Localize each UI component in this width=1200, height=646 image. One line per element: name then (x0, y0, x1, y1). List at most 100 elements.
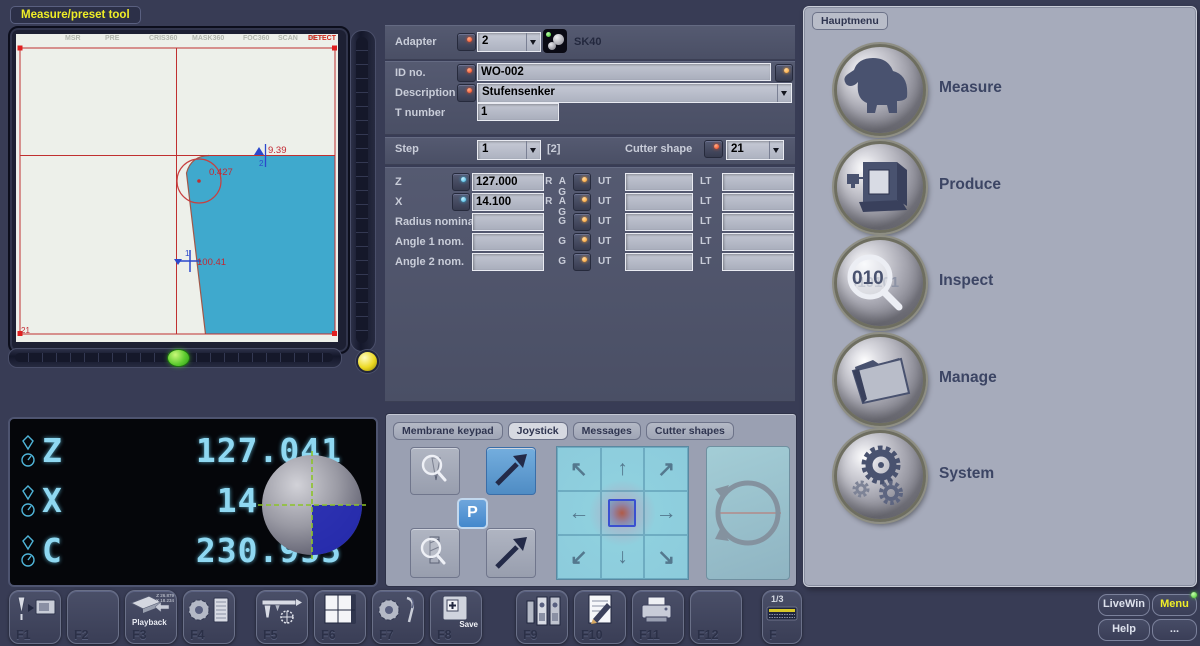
angle1-ut-input[interactable] (625, 233, 693, 251)
description-indicator-button[interactable] (457, 84, 476, 102)
menu-manage-label[interactable]: Manage (939, 369, 997, 387)
dropdown-arrow-icon[interactable] (777, 84, 791, 102)
fkey-f4[interactable]: F4 (183, 590, 235, 644)
menu-measure-button[interactable] (834, 44, 926, 136)
camera-view[interactable]: MSR PRE CRIS360 MASK360 FOC360 SCAN REF … (16, 34, 338, 342)
dropdown-arrow-icon[interactable] (526, 33, 540, 51)
livewin-button[interactable]: LiveWin (1098, 594, 1150, 616)
spindle-rotation-control[interactable] (706, 446, 790, 580)
jog-down-left[interactable]: ↙ (557, 535, 601, 579)
id-lookup-button[interactable] (775, 64, 793, 82)
menu-inspect-button[interactable]: 010101 010 (834, 237, 926, 329)
more-button[interactable]: ... (1152, 619, 1197, 641)
jog-up[interactable]: ↑ (601, 447, 645, 491)
menu-produce-button[interactable] (834, 141, 926, 233)
fkey-f7[interactable]: F7 (372, 590, 424, 644)
z-ut-label: UT (598, 176, 611, 187)
jog-down-right[interactable]: ↘ (644, 535, 688, 579)
arrow-up-right-icon (487, 448, 535, 494)
radius-tolerance-button[interactable] (573, 213, 591, 231)
menu-active-led (1191, 592, 1197, 598)
angle2-ut-input[interactable] (625, 253, 693, 271)
x-axis-icons (20, 485, 36, 519)
fkey-f2[interactable]: F2 (67, 590, 119, 644)
step-select[interactable]: 1 (477, 140, 541, 160)
z-lt-label: LT (700, 176, 711, 187)
jog-fast-button[interactable] (486, 447, 536, 495)
fkey-f1[interactable]: F1 (9, 590, 61, 644)
tool-database-icon (518, 593, 566, 629)
inspect-tool-shank-button[interactable] (410, 528, 460, 578)
x-ut-input[interactable] (625, 193, 693, 211)
angle1-lt-label: LT (700, 236, 711, 247)
z-mode-button[interactable] (452, 173, 470, 191)
illumination-button[interactable] (356, 350, 379, 373)
menu-button[interactable]: Menu (1152, 594, 1197, 616)
playback-note: Playback (132, 618, 167, 627)
help-button[interactable]: Help (1098, 619, 1150, 641)
cutter-shape-indicator-button[interactable] (704, 140, 723, 158)
jog-right[interactable]: → (644, 491, 688, 535)
slider-knob[interactable] (167, 349, 190, 367)
description-select[interactable]: Stufensenker (477, 83, 792, 103)
angle2-tolerance-button[interactable] (573, 253, 591, 271)
menu-system-label[interactable]: System (939, 465, 994, 483)
fkey-f12[interactable]: F12 (690, 590, 742, 644)
id-indicator-button[interactable] (457, 64, 476, 82)
fkey-f11[interactable]: F11 (632, 590, 684, 644)
x-lt-input[interactable] (722, 193, 794, 211)
angle1-lt-input[interactable] (722, 233, 794, 251)
tab-messages[interactable]: Messages (573, 422, 641, 440)
cutter-shape-select[interactable]: 21 (726, 140, 784, 160)
radius-lt-input[interactable] (722, 213, 794, 231)
x-lt-label: LT (700, 196, 711, 207)
tab-cutter-shapes[interactable]: Cutter shapes (646, 422, 734, 440)
adapter-select[interactable]: 2 (477, 32, 541, 52)
zoom-slider-horizontal[interactable] (8, 348, 342, 368)
focus-slider-vertical[interactable] (350, 30, 376, 352)
measure-window-icon (316, 593, 364, 627)
tab-membrane-keypad[interactable]: Membrane keypad (393, 422, 503, 440)
t-number-input[interactable] (477, 103, 559, 121)
dropdown-arrow-icon[interactable] (526, 141, 540, 159)
joystick-center-indicator[interactable] (608, 499, 636, 527)
main-menu-panel: Hauptmenu Measure Produce 010101 010 Ins… (803, 6, 1197, 587)
adapter-indicator-button[interactable] (457, 33, 476, 51)
jog-down[interactable]: ↓ (601, 535, 645, 579)
z-ut-input[interactable] (625, 173, 693, 191)
c-axis-icons (20, 535, 36, 569)
jog-center[interactable] (601, 491, 645, 535)
z-tolerance-button[interactable] (573, 173, 591, 191)
meas-row-label: Radius nominal (395, 216, 477, 228)
fkey-f5[interactable]: F5 (256, 590, 308, 644)
dropdown-arrow-icon[interactable] (769, 141, 783, 159)
menu-measure-label[interactable]: Measure (939, 79, 1002, 97)
x-mode-button[interactable] (452, 193, 470, 211)
fkey-f10[interactable]: F10 (574, 590, 626, 644)
id-input[interactable] (477, 63, 771, 81)
menu-inspect-label[interactable]: Inspect (939, 272, 993, 290)
x-tolerance-button[interactable] (573, 193, 591, 211)
menu-produce-label[interactable]: Produce (939, 176, 1001, 194)
fkey-f8[interactable]: Save F8 (430, 590, 482, 644)
p-mode-button[interactable]: P (457, 498, 488, 529)
fkey-f9[interactable]: F9 (516, 590, 568, 644)
inspect-tool-tip-button[interactable] (410, 447, 460, 495)
fkey-shift-page[interactable]: 1/3 F (762, 590, 802, 644)
main-menu-tab[interactable]: Hauptmenu (812, 12, 888, 30)
tab-joystick[interactable]: Joystick (508, 422, 568, 440)
z-lt-input[interactable] (722, 173, 794, 191)
jog-slow-button[interactable] (486, 528, 536, 578)
fkey-f6[interactable]: F6 (314, 590, 366, 644)
menu-manage-button[interactable] (834, 334, 926, 426)
jog-up-right[interactable]: ↗ (644, 447, 688, 491)
page-title: Measure/preset tool (10, 6, 141, 24)
fkey-f3[interactable]: Z 26.879 X 18.234 Playback F3 (125, 590, 177, 644)
jog-left[interactable]: ← (557, 491, 601, 535)
menu-system-button[interactable] (834, 430, 926, 522)
jog-up-left[interactable]: ↖ (557, 447, 601, 491)
radius-ut-input[interactable] (625, 213, 693, 231)
gears-icon (837, 433, 917, 513)
angle2-lt-input[interactable] (722, 253, 794, 271)
angle1-tolerance-button[interactable] (573, 233, 591, 251)
